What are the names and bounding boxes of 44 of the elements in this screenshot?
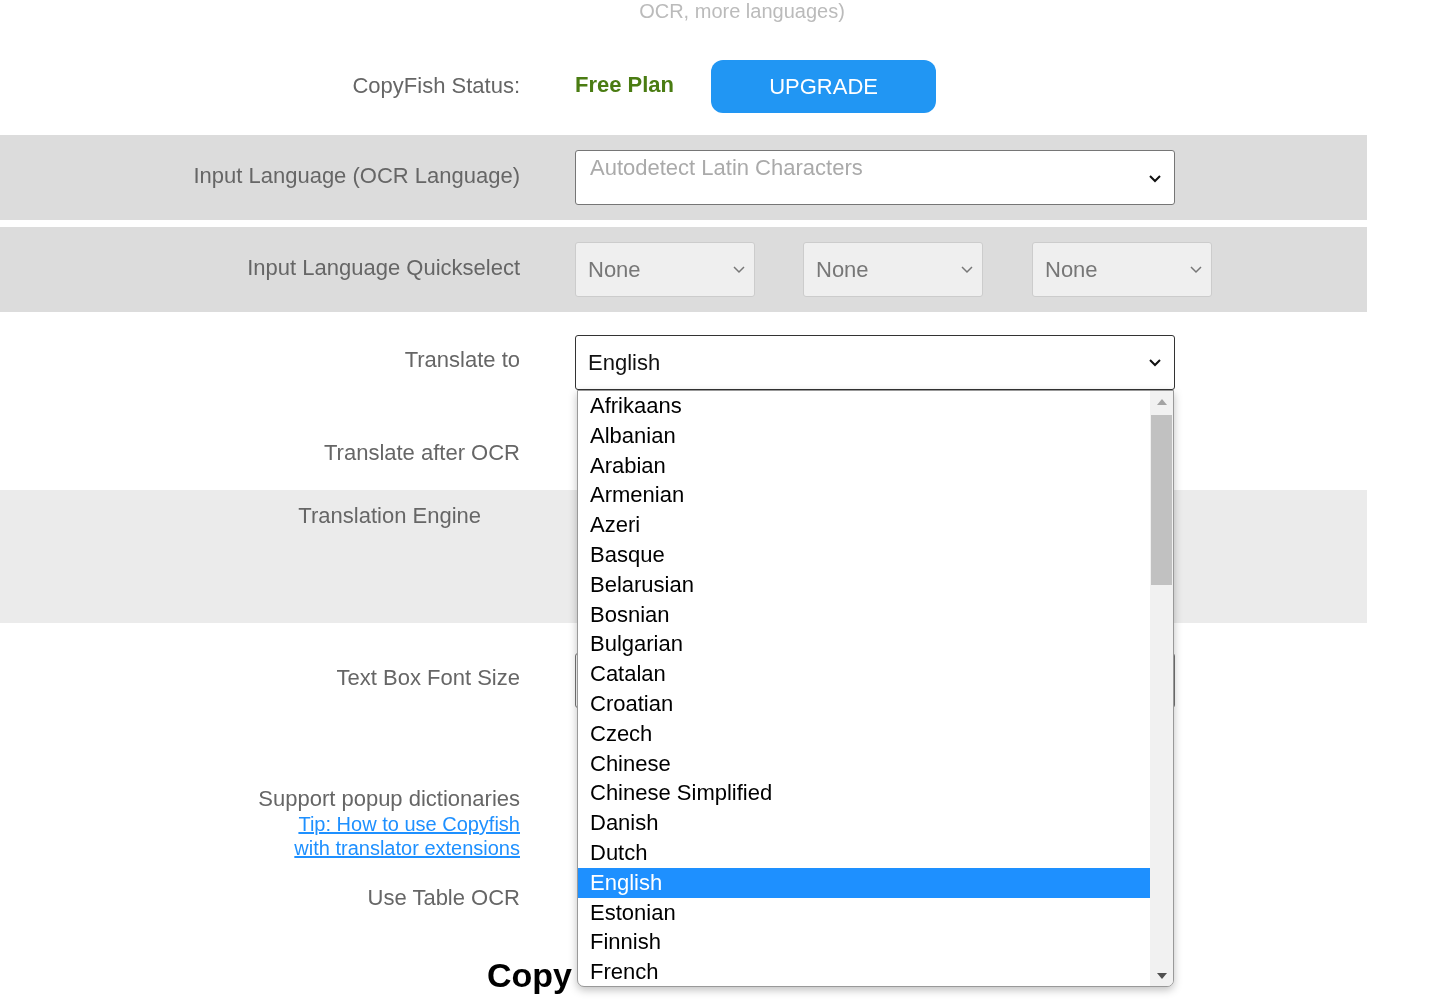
dropdown-option[interactable]: Croatian [578, 688, 1150, 719]
dropdown-option[interactable]: Albanian [578, 420, 1150, 451]
setting-label: Support popup dictionaries [258, 786, 520, 812]
chevron-down-icon [1148, 358, 1162, 367]
dropdown-option[interactable]: Armenian [578, 480, 1150, 511]
dropdown-option[interactable]: Finnish [578, 927, 1150, 958]
status-label: CopyFish Status: [352, 73, 520, 99]
chevron-down-icon [960, 265, 974, 274]
setting-label: Translate to [404, 347, 520, 374]
scroll-down-icon[interactable] [1155, 972, 1168, 980]
dropdown-option[interactable]: Bulgarian [578, 629, 1150, 660]
dropdown-option[interactable]: Dutch [578, 837, 1150, 868]
dropdown-option[interactable]: Danish [578, 808, 1150, 838]
dropdown-option[interactable]: Basque [578, 540, 1150, 570]
setting-label: Translate after OCR [323, 440, 520, 467]
setting-label: Input Language (OCR Language) [193, 163, 520, 190]
scrollbar[interactable] [1150, 391, 1173, 986]
chevron-down-icon [732, 265, 746, 274]
select-field[interactable]: None [803, 242, 983, 297]
setting-label: Use Table OCR [367, 885, 520, 912]
dropdown-option[interactable]: Belarusian [578, 569, 1150, 600]
select-field[interactable]: None [575, 242, 755, 297]
select-field[interactable]: None [1032, 242, 1212, 297]
plan-name: Free Plan [575, 71, 675, 98]
dropdown-option[interactable]: Arabian [578, 450, 1150, 481]
chevron-down-icon [1148, 174, 1162, 183]
dropdown-option[interactable]: Afrikaans [578, 391, 1150, 421]
select-field[interactable]: English [575, 335, 1175, 390]
dropdown-option[interactable]: French [578, 957, 1150, 986]
scrollbar-thumb[interactable] [1151, 415, 1172, 585]
dropdown-option[interactable]: Catalan [578, 659, 1150, 689]
dropdown-option[interactable]: Bosnian [578, 599, 1150, 630]
dropdown-option[interactable]: Czech [578, 718, 1150, 749]
dropdown-option[interactable]: Estonian [578, 897, 1150, 928]
scroll-up-icon[interactable] [1155, 398, 1168, 406]
dropdown-option[interactable]: Azeri [578, 510, 1150, 540]
dropdown-option[interactable]: Chinese Simplified [578, 778, 1150, 809]
setting-label: Text Box Font Size [336, 665, 520, 692]
setting-label: Input Language Quickselect [247, 255, 520, 282]
section-heading: Copy [487, 956, 572, 994]
setting-label: Translation Engine [298, 503, 481, 530]
section-note: OCR, more languages) [639, 0, 845, 24]
dropdown-option[interactable]: Chinese [578, 748, 1150, 779]
chevron-down-icon [1189, 265, 1203, 274]
